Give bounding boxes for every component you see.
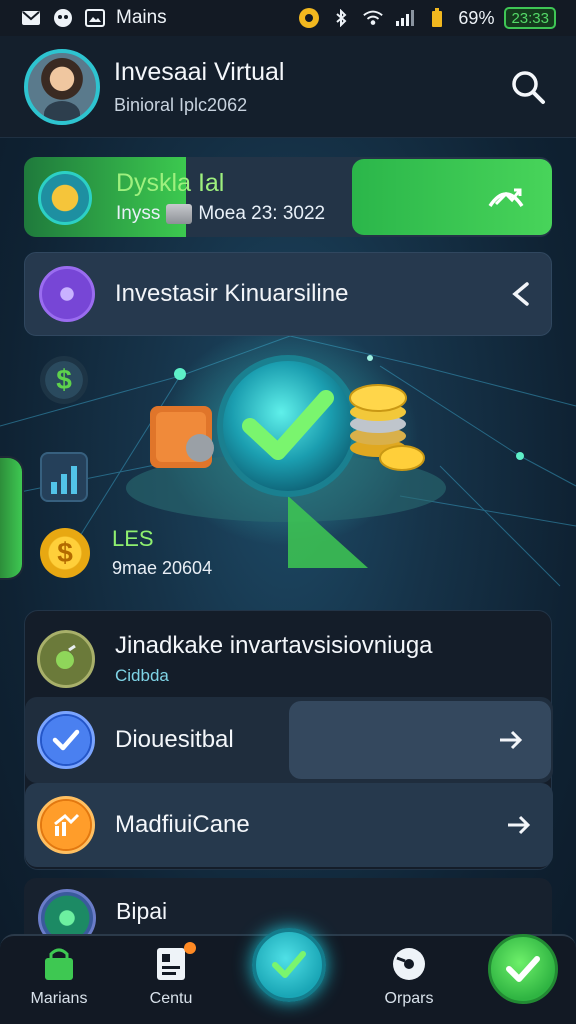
stats-row: $ LES 9mae 20604 xyxy=(40,526,212,579)
card-sub-left: Inyss xyxy=(116,203,161,224)
signal-icon xyxy=(394,9,416,27)
side-drawer-handle[interactable] xyxy=(0,458,22,578)
nav-label: Orpars xyxy=(384,990,434,1007)
nav-item-marians[interactable]: Marians xyxy=(4,946,114,1008)
primary-action-button[interactable] xyxy=(252,928,326,1002)
dollar-coin-row: $ xyxy=(40,356,88,404)
bluetooth-icon xyxy=(330,9,352,27)
arrow-right-icon xyxy=(493,722,529,758)
investment-summary-card[interactable]: Dyskla Ial Inyss Moea 23: 3022 xyxy=(24,157,552,237)
list-item-action[interactable] xyxy=(289,701,551,779)
card-title: Dyskla Ial xyxy=(116,169,225,197)
chart-row xyxy=(40,452,88,502)
investment-category-card[interactable]: Investasir Kinuarsiline xyxy=(24,252,552,336)
battery-icon xyxy=(426,8,448,27)
avatar[interactable] xyxy=(24,48,100,125)
check-icon xyxy=(506,956,540,982)
nav-item-centu[interactable]: Centu xyxy=(116,942,226,1008)
list-item[interactable]: Jinadkake invartavsisiovniuga Cidbda xyxy=(25,617,553,701)
list-item[interactable]: Diouesitbal xyxy=(25,697,553,783)
status-left: Mains xyxy=(20,7,298,29)
page-title: Invesaai Virtual xyxy=(114,57,285,86)
wifi-icon xyxy=(362,9,384,27)
disc-icon xyxy=(393,948,425,980)
confirm-button[interactable] xyxy=(488,934,558,1004)
category-label: Investasir Kinuarsiline xyxy=(115,280,349,307)
bottom-navigation: Marians Centu Orpars xyxy=(0,928,576,1024)
trend-icon xyxy=(488,188,524,208)
stats-text: LES 9mae 20604 xyxy=(112,526,212,579)
list-item-subtitle: Cidbda xyxy=(115,666,169,685)
notification-badge xyxy=(184,942,196,954)
list-panel: Jinadkake invartavsisiovniuga Cidbda Dio… xyxy=(24,610,553,870)
list-item-title: MadfiuiCane xyxy=(115,811,250,838)
hero-illustration: $ $ LES 9mae 20604 xyxy=(0,326,576,610)
trend-action-button[interactable] xyxy=(352,159,552,235)
header-text: Invesaai Virtual Binioral Iplc2062 xyxy=(114,58,504,116)
target-icon xyxy=(37,630,95,688)
gallery-icon xyxy=(84,9,106,27)
list-item-title: Jinadkake invartavsisiovniuga xyxy=(115,632,433,659)
purple-orb-icon xyxy=(39,266,95,322)
card-subline: Inyss Moea 23: 3022 xyxy=(116,203,325,225)
nav-label: Marians xyxy=(30,990,88,1007)
battery-time-badge: 23:33 xyxy=(504,7,556,29)
dollar-coin-icon: $ xyxy=(40,356,88,404)
bar-chart-icon xyxy=(40,452,88,502)
wallet-icon xyxy=(166,204,193,224)
nav-item-orpars[interactable]: Orpars xyxy=(354,946,464,1008)
gold-coin-icon: $ xyxy=(40,527,90,578)
list-item-title: Bipai xyxy=(116,897,168,924)
mail-icon xyxy=(20,9,42,27)
carrier-label: Mains xyxy=(116,7,167,28)
check-circle-icon xyxy=(37,711,95,769)
growth-chart-icon xyxy=(37,796,95,854)
notification-icon xyxy=(298,8,320,28)
list-item-texts: Jinadkake invartavsisiovniuga Cidbda xyxy=(115,632,537,686)
app-header: Invesaai Virtual Binioral Iplc2062 xyxy=(0,36,576,138)
gold-coin-icon xyxy=(38,171,92,225)
search-icon xyxy=(512,70,545,104)
stats-subtitle: 9mae 20604 xyxy=(112,558,213,578)
messenger-icon xyxy=(52,9,74,27)
status-right: 69% 23:33 xyxy=(298,7,556,29)
card-sub-right: Moea 23: 3022 xyxy=(198,203,326,224)
arrow-right-icon[interactable] xyxy=(501,807,537,843)
check-icon xyxy=(272,951,306,978)
document-icon xyxy=(157,948,185,980)
chevron-left-icon xyxy=(512,282,529,306)
list-item[interactable]: MadfiuiCane xyxy=(25,783,553,867)
shopping-bag-icon xyxy=(45,948,73,980)
status-bar: Mains 69% 23:33 xyxy=(0,0,576,36)
nav-label: Centu xyxy=(149,990,193,1007)
battery-percent: 69% xyxy=(458,7,495,28)
list-item-texts: MadfiuiCane xyxy=(115,811,501,839)
page-subtitle: Binioral Iplc2062 xyxy=(114,94,248,115)
search-button[interactable] xyxy=(504,63,552,111)
stats-title: LES xyxy=(112,526,154,551)
